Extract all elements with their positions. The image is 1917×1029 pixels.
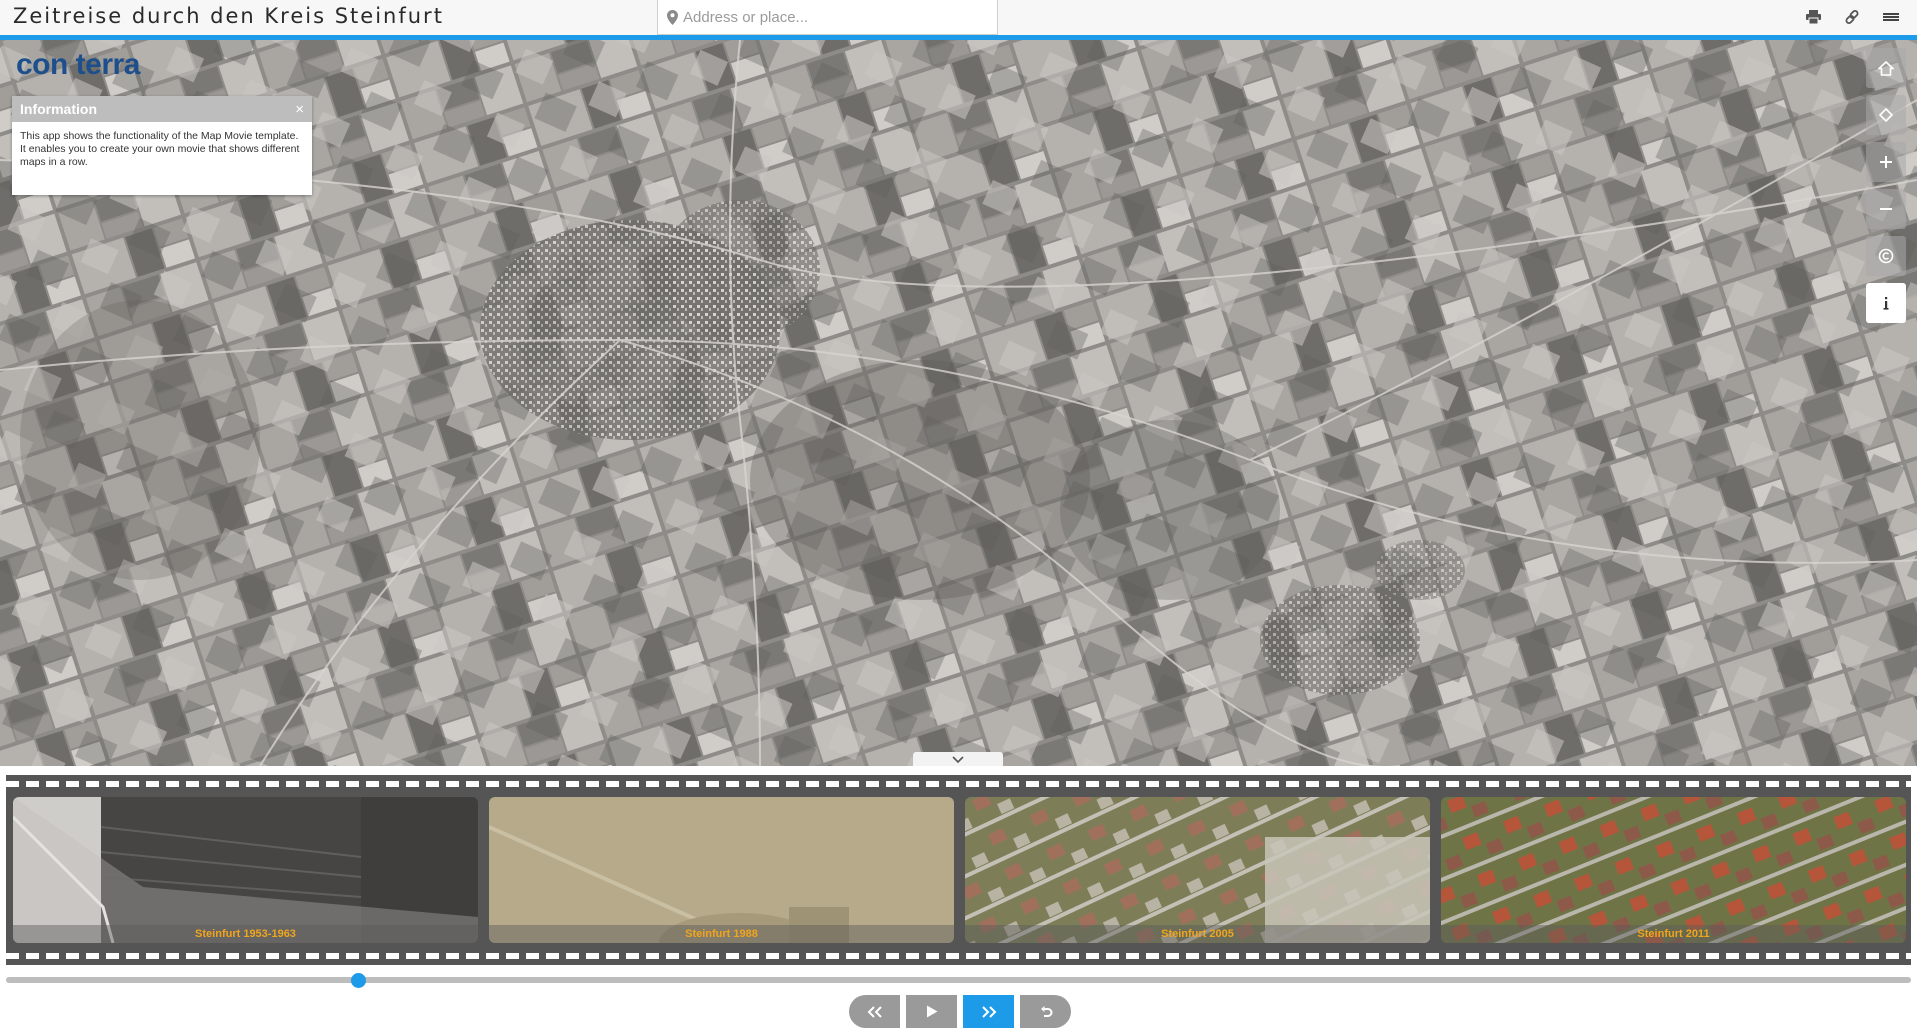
info-icon xyxy=(1883,296,1889,310)
play-button[interactable] xyxy=(906,995,957,1028)
film-frame-2005[interactable]: Steinfurt 2005 xyxy=(965,797,1430,943)
print-icon xyxy=(1805,10,1821,24)
map-view[interactable]: con terra Information × This app shows t… xyxy=(0,40,1917,766)
timeline-slider-thumb[interactable] xyxy=(351,973,367,988)
zoom-out-button[interactable] xyxy=(1866,189,1906,229)
film-sprockets-top xyxy=(6,781,1911,787)
reset-button[interactable] xyxy=(1020,995,1071,1028)
map-toolbar xyxy=(1866,48,1906,330)
frame-thumbnail-image xyxy=(489,797,954,943)
information-panel: Information × This app shows the functio… xyxy=(12,96,312,195)
search-box[interactable] xyxy=(657,0,998,35)
film-frame-label: Steinfurt 2005 xyxy=(965,925,1430,943)
film-frame-2011[interactable]: Steinfurt 2011 xyxy=(1441,797,1906,943)
share-link-button[interactable] xyxy=(1839,5,1865,29)
info-button[interactable] xyxy=(1866,283,1906,323)
app-header: Zeitreise durch den Kreis Steinfurt xyxy=(0,0,1917,35)
link-icon xyxy=(1845,10,1859,24)
information-panel-text: This app shows the functionality of the … xyxy=(20,130,300,168)
playback-controls xyxy=(849,995,1071,1028)
conterra-logo: con terra xyxy=(16,48,140,81)
menu-button[interactable] xyxy=(1878,5,1904,29)
timeline-slider-track[interactable] xyxy=(6,977,1911,983)
copyright-button[interactable] xyxy=(1866,236,1906,276)
chevron-down-icon xyxy=(952,755,964,763)
home-icon xyxy=(1878,60,1894,76)
menu-icon xyxy=(1883,13,1899,21)
double-chevron-right-icon xyxy=(981,1005,996,1018)
play-icon xyxy=(926,1005,937,1018)
zoom-in-button[interactable] xyxy=(1866,142,1906,182)
zoom-in-icon xyxy=(1880,156,1892,168)
double-chevron-left-icon xyxy=(867,1005,882,1018)
film-sprockets-bottom xyxy=(6,953,1911,959)
locate-icon xyxy=(1879,108,1893,122)
rewind-button[interactable] xyxy=(849,995,900,1028)
film-frame-1988[interactable]: Steinfurt 1988 xyxy=(489,797,954,943)
frame-thumbnail-image xyxy=(13,797,478,943)
search-input[interactable] xyxy=(683,8,973,26)
frame-thumbnail-image xyxy=(965,797,1430,943)
information-panel-header: Information × xyxy=(12,96,312,122)
film-strip: Steinfurt 1953-1963 Steinfurt 1988 Stein xyxy=(6,775,1911,965)
print-button[interactable] xyxy=(1800,5,1826,29)
fast-forward-button[interactable] xyxy=(963,995,1014,1028)
frame-thumbnail-image xyxy=(1441,797,1906,943)
locate-button[interactable] xyxy=(1866,95,1906,135)
copyright-icon xyxy=(1878,248,1894,264)
film-frame-1953-1963[interactable]: Steinfurt 1953-1963 xyxy=(13,797,478,943)
close-icon[interactable]: × xyxy=(295,102,304,117)
map-pin-icon xyxy=(667,9,678,25)
film-frame-label: Steinfurt 2011 xyxy=(1441,925,1906,943)
collapse-filmstrip-button[interactable] xyxy=(913,752,1003,766)
film-frame-label: Steinfurt 1953-1963 xyxy=(13,925,478,943)
app-title: Zeitreise durch den Kreis Steinfurt xyxy=(13,4,444,28)
information-panel-title: Information xyxy=(20,101,97,117)
home-button[interactable] xyxy=(1866,48,1906,88)
undo-icon xyxy=(1040,1005,1052,1017)
film-frame-label: Steinfurt 1988 xyxy=(489,925,954,943)
zoom-out-icon xyxy=(1880,208,1892,210)
